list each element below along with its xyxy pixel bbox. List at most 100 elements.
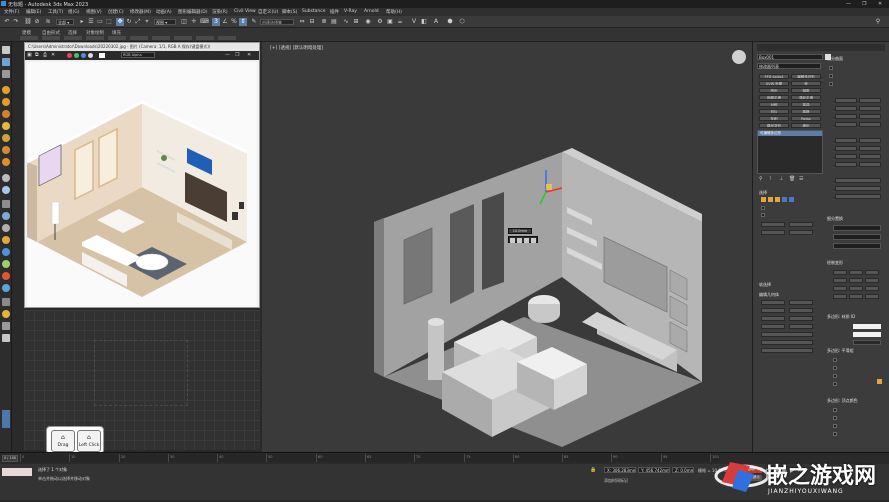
material-color-swatch[interactable] bbox=[853, 324, 881, 329]
edit-geo-button[interactable] bbox=[789, 308, 813, 313]
subdiv-button[interactable] bbox=[859, 162, 881, 167]
select-rotate-icon[interactable]: ↻ bbox=[125, 18, 133, 26]
spinner-snap-icon[interactable]: ⇕ bbox=[239, 18, 247, 26]
subdiv-button[interactable] bbox=[835, 154, 857, 159]
undo-icon[interactable]: ↶ bbox=[3, 18, 11, 26]
menu-file[interactable]: 文件(F) bbox=[4, 9, 19, 15]
menu-substance[interactable]: Substance bbox=[302, 9, 326, 14]
select-by-name-icon[interactable]: ☰ bbox=[87, 18, 95, 26]
window-min-icon[interactable]: — bbox=[225, 52, 230, 58]
x-coordinate-field[interactable]: X: 306.283mm bbox=[604, 467, 636, 473]
hierarchy-icon[interactable] bbox=[2, 70, 10, 78]
modifier-button[interactable]: 晶格 bbox=[791, 109, 821, 114]
named-selection-set-field[interactable]: 创建选择集 bbox=[260, 19, 294, 25]
channel-dropdown[interactable]: RGB Alpha bbox=[121, 52, 155, 58]
subdiv-button[interactable] bbox=[859, 138, 881, 143]
grid-icon[interactable] bbox=[2, 322, 10, 330]
subdiv-button[interactable] bbox=[859, 106, 881, 111]
rollout-paint-deformation[interactable]: 绘制变形 bbox=[827, 260, 843, 266]
edit-geo-button[interactable] bbox=[761, 300, 785, 305]
angle-snap-icon[interactable]: ∠ bbox=[221, 18, 229, 26]
minimize-button[interactable]: — bbox=[846, 1, 851, 7]
modifier-button[interactable]: UVW 贴图 bbox=[759, 81, 789, 86]
layer-icon[interactable] bbox=[2, 212, 10, 220]
clear-icon[interactable]: ✕ bbox=[51, 52, 55, 58]
red-channel-icon[interactable] bbox=[67, 53, 72, 58]
rollout-smoothing-groups[interactable]: 多边形: 平滑组 bbox=[827, 348, 854, 354]
place-icon[interactable]: ⌖ bbox=[143, 18, 151, 26]
freeze-icon[interactable] bbox=[2, 224, 10, 232]
light-list-icon[interactable] bbox=[2, 236, 10, 244]
subdiv-button[interactable] bbox=[835, 138, 857, 143]
frame-indicator[interactable]: 0 / 100 bbox=[2, 455, 18, 462]
green-icon[interactable] bbox=[2, 260, 10, 268]
close-button[interactable]: ✕ bbox=[878, 1, 882, 7]
modifier-button[interactable]: 挤出 bbox=[759, 88, 789, 93]
smoothing-checkbox[interactable] bbox=[833, 358, 837, 362]
popup-tool-icon[interactable] bbox=[524, 238, 529, 243]
subdiv-button[interactable] bbox=[859, 154, 881, 159]
save-icon[interactable]: ▣ bbox=[27, 52, 32, 58]
remove-modifier-icon[interactable]: 🗑 bbox=[789, 176, 795, 182]
edit-geo-button[interactable] bbox=[789, 324, 813, 329]
window-close-icon[interactable]: ✕ bbox=[247, 52, 251, 58]
create-icon[interactable] bbox=[2, 46, 10, 54]
subdiv-button[interactable] bbox=[835, 98, 857, 103]
material-field[interactable] bbox=[853, 340, 881, 345]
modifier-button[interactable]: 路径变形 bbox=[759, 123, 789, 128]
grow-button[interactable] bbox=[789, 222, 813, 227]
modifier-button[interactable]: Relax bbox=[791, 116, 821, 121]
align-icon[interactable]: ⊟ bbox=[308, 18, 316, 26]
element-icon[interactable] bbox=[789, 197, 794, 202]
menu-edit[interactable]: 编辑(E) bbox=[26, 9, 41, 15]
stack-item[interactable]: 可编辑多边形 bbox=[758, 131, 822, 136]
popup-tool-icon[interactable] bbox=[517, 238, 522, 243]
render-setup-icon[interactable]: ⚙ bbox=[376, 18, 384, 26]
edit-geo-button[interactable] bbox=[761, 308, 785, 313]
ribbon-tool[interactable] bbox=[152, 36, 170, 40]
panel-icon[interactable] bbox=[2, 334, 10, 342]
modifier-button[interactable]: 细化 bbox=[791, 123, 821, 128]
edit-geo-button[interactable] bbox=[761, 316, 785, 321]
plugin-icon[interactable]: ⬢ bbox=[446, 18, 454, 26]
subdiv-button[interactable] bbox=[835, 146, 857, 151]
modifier-button[interactable]: 网格平滑 bbox=[759, 95, 789, 100]
modifier-button[interactable]: 对称 bbox=[759, 102, 789, 107]
option-checkbox[interactable] bbox=[829, 82, 833, 86]
rollout-selection[interactable]: 选择 bbox=[759, 190, 767, 196]
border-icon[interactable] bbox=[775, 197, 780, 202]
edge-icon[interactable] bbox=[768, 197, 773, 202]
vertex-color-checkbox[interactable] bbox=[833, 432, 837, 436]
paint-button[interactable] bbox=[833, 286, 847, 291]
loop-button[interactable] bbox=[789, 230, 813, 235]
smoothing-checkbox[interactable] bbox=[833, 382, 837, 386]
option-checkbox[interactable] bbox=[829, 74, 833, 78]
modifier-list-dropdown[interactable]: 修改器列表 bbox=[757, 63, 821, 69]
vertex-color-checkbox[interactable] bbox=[833, 424, 837, 428]
blue-icon[interactable] bbox=[2, 284, 10, 292]
ribbon-tool[interactable] bbox=[64, 36, 82, 40]
utilities-icon[interactable] bbox=[2, 186, 10, 194]
by-vertex-checkbox[interactable] bbox=[761, 206, 765, 210]
maximize-button[interactable]: ❐ bbox=[862, 1, 866, 7]
viewport-popup-toolbar[interactable] bbox=[508, 236, 538, 243]
paint-button[interactable] bbox=[849, 294, 863, 299]
object-name-field[interactable]: Box001 bbox=[757, 54, 823, 60]
modifier-button[interactable]: 涡轮平滑 bbox=[791, 95, 821, 100]
unlink-icon[interactable]: ⊘ bbox=[33, 18, 41, 26]
vertex-color-checkbox[interactable] bbox=[833, 408, 837, 412]
paint-button[interactable] bbox=[865, 286, 879, 291]
display-icon[interactable] bbox=[2, 174, 10, 182]
menu-group[interactable]: 组(G) bbox=[68, 9, 80, 15]
spacewarp-icon[interactable] bbox=[2, 134, 10, 142]
make-unique-icon[interactable]: ⊥ bbox=[779, 176, 783, 182]
select-object-icon[interactable]: ▸ bbox=[78, 18, 86, 26]
schematic-view-icon[interactable]: ⊞ bbox=[352, 18, 360, 26]
modifier-button[interactable]: 车削 bbox=[759, 116, 789, 121]
perspective-viewport[interactable]: [+] [透视] [默认明暗处理] 10.0mm bbox=[262, 42, 752, 452]
camera-icon[interactable] bbox=[2, 110, 10, 118]
material-color-swatch[interactable] bbox=[853, 332, 881, 337]
copy-icon[interactable]: ⧉ bbox=[35, 52, 39, 58]
subdiv-button[interactable] bbox=[859, 122, 881, 127]
menu-customize[interactable]: 自定义(U) bbox=[258, 9, 278, 15]
